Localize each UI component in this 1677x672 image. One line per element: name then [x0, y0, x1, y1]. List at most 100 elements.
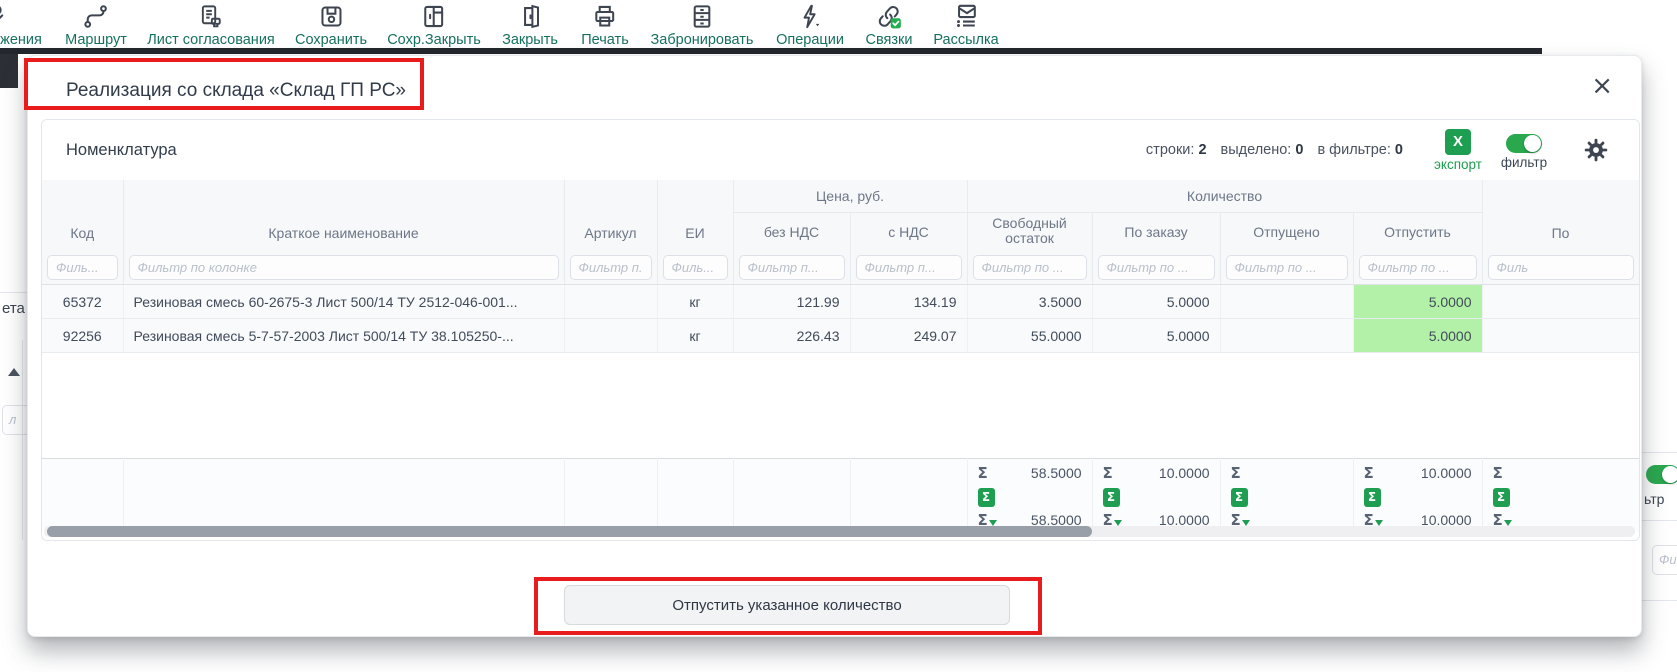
cell [564, 319, 657, 353]
bg-right-toggle-label: ьтр [1644, 491, 1664, 507]
column-group-header: Цена, руб. [733, 180, 967, 213]
toolbar-item-1[interactable]: жения [0, 3, 42, 48]
column-filter-input-2[interactable] [129, 255, 559, 280]
bg-left-text: ета [2, 300, 25, 317]
column-filter-input-1[interactable] [47, 255, 118, 280]
toolbar-item-5[interactable]: Сохр.Закрыть [387, 3, 481, 48]
cell: 3.5000 [967, 285, 1092, 319]
column-filter-input-8[interactable] [1098, 255, 1215, 280]
filter-cell [657, 250, 733, 285]
filter-cell [967, 250, 1092, 285]
column-filter-input-6[interactable] [856, 255, 962, 280]
toolbar-item-10[interactable]: Связки [866, 3, 913, 48]
filter-control[interactable]: фильтр [1495, 130, 1553, 170]
toolbar-item-6[interactable]: Закрыть [502, 3, 558, 48]
column-filter-input-11[interactable] [1488, 255, 1634, 280]
toolbar-item-8[interactable]: Забронировать [651, 3, 754, 48]
filter-cell [42, 250, 123, 285]
cell [1220, 285, 1353, 319]
sigma-badge-icon[interactable]: Σ [978, 488, 995, 507]
toolbar-item-label: Операции [776, 32, 844, 48]
excel-export-icon[interactable]: X [1445, 129, 1471, 155]
toolbar-item-2[interactable]: Маршрут [65, 3, 127, 48]
stat-2: выделено: 0 [1221, 142, 1304, 158]
table-stats: строки: 2выделено: 0в фильтре: 0 [1146, 142, 1403, 158]
bg-right-line2 [1642, 520, 1677, 521]
lightning-icon [796, 3, 823, 30]
scrollbar-thumb[interactable] [47, 526, 1092, 537]
filter-cell [1353, 250, 1482, 285]
cell: кг [657, 319, 733, 353]
filter-cell [850, 250, 967, 285]
table-row[interactable]: 92256Резиновая смесь 5-7-57-2003 Лист 50… [42, 319, 1639, 353]
column-header[interactable]: Отпущено [1220, 213, 1353, 251]
toolbar-item-label: Связки [866, 32, 913, 48]
bg-filter-toggle[interactable] [1646, 465, 1677, 484]
close-icon[interactable]: × [1585, 72, 1619, 100]
column-header[interactable]: По заказу [1092, 213, 1220, 251]
gear-icon[interactable] [1583, 137, 1609, 163]
table-row[interactable]: 65372Резиновая смесь 60-2675-3 Лист 500/… [42, 285, 1639, 319]
column-filter-input-9[interactable] [1226, 255, 1348, 280]
toolbar: жения Маршрут Лист согласования Сохранить Со… [0, 0, 1677, 47]
column-header[interactable]: с НДС [850, 213, 967, 251]
paperclip-icon [0, 3, 5, 30]
column-header[interactable]: ЕИ [657, 180, 733, 250]
filter-toggle[interactable] [1506, 134, 1542, 153]
sigma-badge-icon[interactable]: Σ [1103, 488, 1120, 507]
sigma-badge-icon[interactable]: Σ [1231, 488, 1248, 507]
cell: 5.0000 [1092, 285, 1220, 319]
sigma-badge-icon[interactable]: Σ [1493, 488, 1510, 507]
panel-title: Номенклатура [42, 141, 177, 160]
column-header[interactable]: По [1482, 180, 1639, 250]
cell[interactable]: 5.0000 [1353, 285, 1482, 319]
sum-badge-cell [657, 486, 733, 508]
column-filter-input-3[interactable] [570, 255, 652, 280]
sum-badge-cell: Σ [1482, 486, 1639, 508]
column-header[interactable]: Артикул [564, 180, 657, 250]
column-filter-input-5[interactable] [739, 255, 845, 280]
toolbar-item-label: Забронировать [651, 32, 754, 48]
filter-cell [733, 250, 850, 285]
column-header[interactable]: Свободный остаток [967, 213, 1092, 251]
horizontal-scrollbar[interactable] [44, 526, 1635, 537]
sum-cell: Σ10.0000 [1092, 459, 1220, 487]
sum-badge-cell [850, 486, 967, 508]
sum-cell [564, 459, 657, 487]
nomenclature-panel: Номенклатура строки: 2выделено: 0в фильт… [41, 119, 1640, 541]
column-filter-input-7[interactable] [973, 255, 1087, 280]
sum-cell: Σ58.5000 [967, 459, 1092, 487]
release-quantity-button[interactable]: Отпустить указанное количество [564, 585, 1010, 625]
toolbar-item-label: Маршрут [65, 32, 127, 48]
cell [564, 285, 657, 319]
cell: Резиновая смесь 5-7-57-2003 Лист 500/14 … [123, 319, 564, 353]
sort-arrow-icon [8, 368, 20, 376]
cell[interactable]: 5.0000 [1353, 319, 1482, 353]
toolbar-item-4[interactable]: Сохранить [295, 3, 367, 48]
sum-badge-cell [42, 486, 123, 508]
filter-cell [1092, 250, 1220, 285]
cell: 92256 [42, 319, 123, 353]
toolbar-item-3[interactable]: Лист согласования [147, 3, 275, 48]
toolbar-item-7[interactable]: Печать [581, 3, 629, 48]
sum-cell [733, 459, 850, 487]
toolbar-item-label: Лист согласования [147, 32, 275, 48]
column-header[interactable]: без НДС [733, 213, 850, 251]
link-check-icon [876, 3, 903, 30]
cell: Резиновая смесь 60-2675-3 Лист 500/14 ТУ… [123, 285, 564, 319]
cell [1482, 285, 1639, 319]
column-header[interactable]: Отпустить [1353, 213, 1482, 251]
cabinet-icon [688, 3, 715, 30]
sigma-badge-icon[interactable]: Σ [1364, 488, 1381, 507]
printer-icon [591, 3, 618, 30]
sum-cell [850, 459, 967, 487]
column-filter-input-10[interactable] [1359, 255, 1477, 280]
export-control[interactable]: X экспорт [1429, 129, 1487, 172]
cell: кг [657, 285, 733, 319]
column-header[interactable]: Краткое наименование [123, 180, 564, 250]
toolbar-item-11[interactable]: Рассылка [933, 3, 998, 48]
toolbar-item-9[interactable]: Операции [776, 3, 844, 48]
column-header[interactable]: Код [42, 180, 123, 250]
column-filter-input-4[interactable] [663, 255, 728, 280]
toolbar-item-label: жения [0, 32, 42, 48]
